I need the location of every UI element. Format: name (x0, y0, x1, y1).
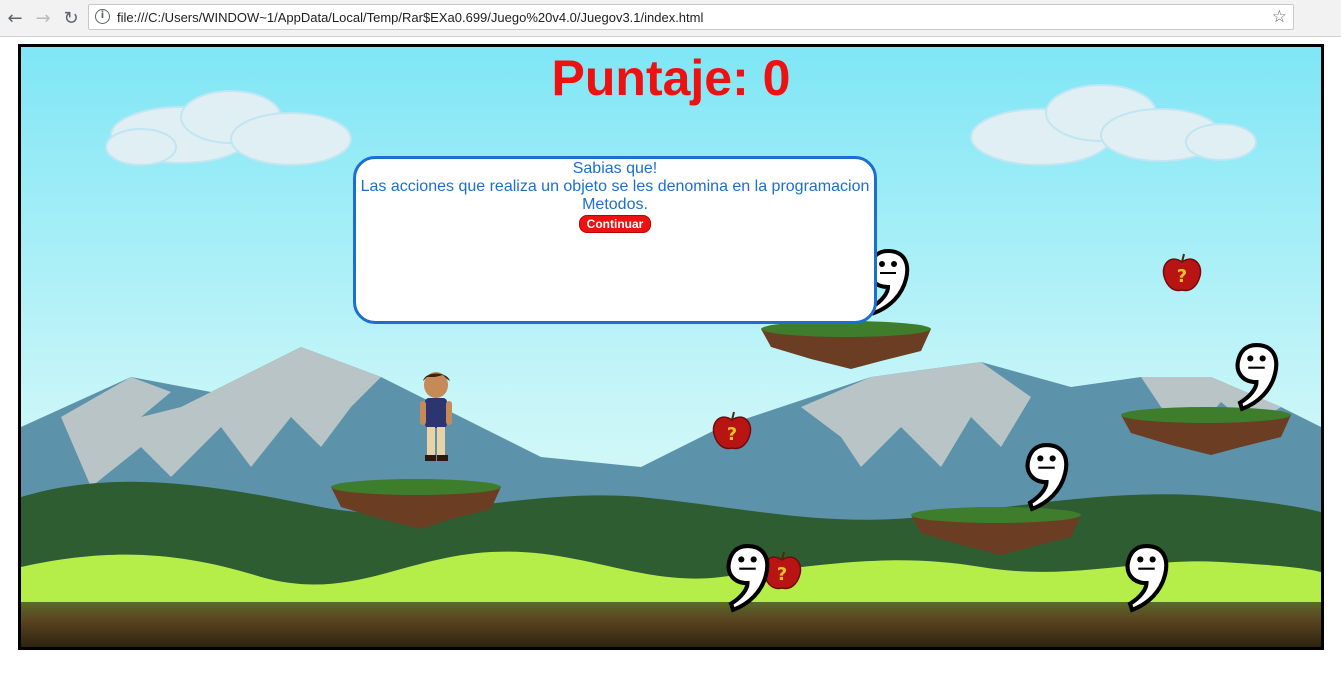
svg-text:?: ? (777, 564, 787, 585)
reload-icon[interactable]: ↻ (60, 7, 82, 29)
dialog-message: Las acciones que realiza un objeto se le… (360, 178, 870, 195)
comma-enemy-icon (1125, 544, 1169, 613)
address-bar[interactable]: i file:///C:/Users/WINDOW~1/AppData/Loca… (88, 4, 1294, 30)
mystery-apple-icon: ? (1162, 253, 1202, 292)
game-canvas[interactable]: Puntaje: 0 ? ? ? Sabias que! Las accione… (18, 44, 1324, 650)
back-arrow-icon[interactable]: ← (4, 7, 26, 29)
mystery-apple-icon: ? (712, 411, 752, 450)
score-display: Puntaje: 0 (551, 50, 791, 106)
player-character (420, 372, 452, 461)
svg-text:?: ? (1177, 266, 1187, 287)
comma-enemy-icon (1235, 343, 1279, 412)
info-icon[interactable]: i (95, 9, 110, 24)
url-text[interactable]: file:///C:/Users/WINDOW~1/AppData/Local/… (117, 10, 703, 25)
dialog-answer: Metodos. (582, 196, 648, 213)
star-icon[interactable]: ☆ (1272, 7, 1287, 27)
comma-enemy-icon (726, 544, 770, 613)
forward-arrow-icon[interactable]: → (32, 7, 54, 29)
dialog-title: Sabias que! (572, 160, 658, 177)
continue-button[interactable]: Continuar (578, 215, 652, 233)
svg-text:?: ? (727, 424, 737, 445)
comma-enemy-icon (1025, 443, 1069, 512)
trivia-dialog: Sabias que! Las acciones que realiza un … (353, 156, 877, 324)
browser-toolbar: ← → ↻ i file:///C:/Users/WINDOW~1/AppDat… (0, 0, 1341, 37)
